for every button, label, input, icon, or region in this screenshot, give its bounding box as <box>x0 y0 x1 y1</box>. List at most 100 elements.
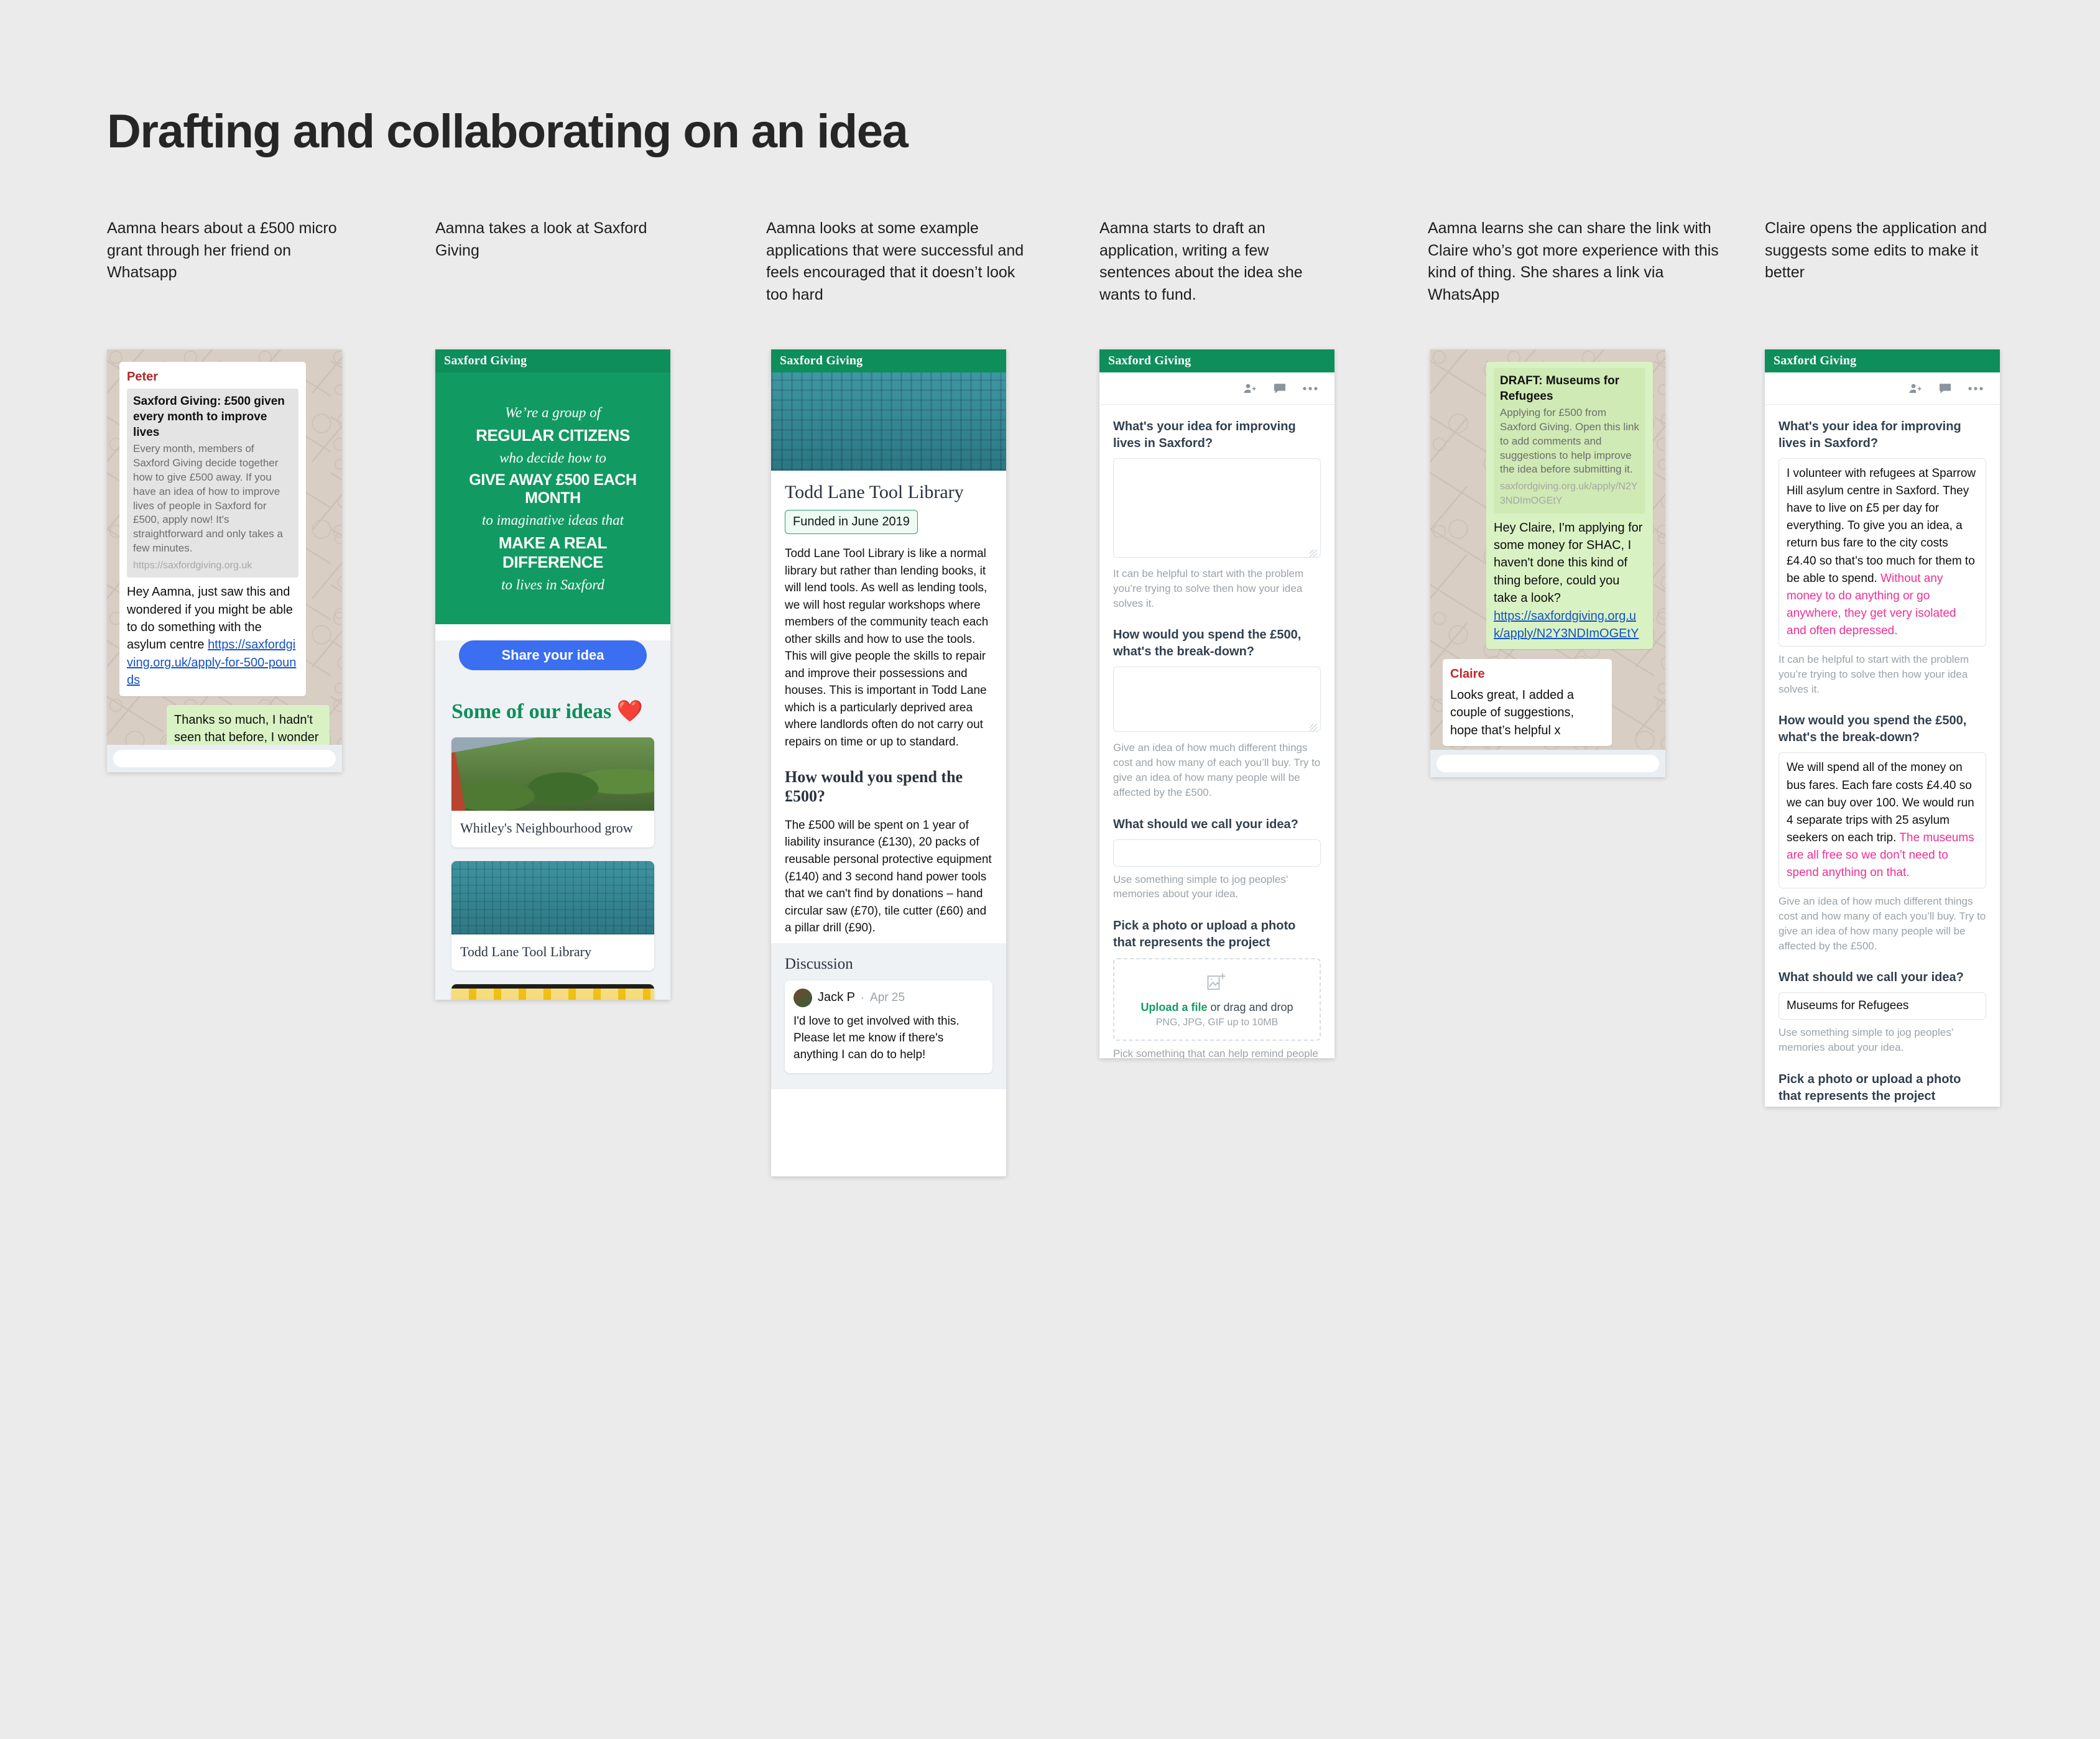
comment-author: Jack P <box>818 990 856 1005</box>
question-help-breakdown: Give an idea of how much different thing… <box>1113 742 1321 798</box>
message-input[interactable] <box>1436 755 1659 772</box>
message-link[interactable]: https://saxfordgiving.org.uk/apply/N2Y3N… <box>1494 609 1639 640</box>
page-title: Drafting and collaborating on an idea <box>107 105 909 158</box>
idea-thumbnail-garden-icon <box>451 737 654 811</box>
question-help-idea: It can be helpful to start with the prob… <box>1113 568 1304 609</box>
column-caption-2: Aamna takes a look at Saxford Giving <box>435 219 647 259</box>
upload-file-link[interactable]: Upload a file <box>1140 1001 1207 1013</box>
resize-handle-icon[interactable] <box>1310 724 1317 732</box>
idea-card-title: Todd Lane Tool Library <box>460 943 591 959</box>
idea-hero-image-tools-icon <box>771 372 1006 471</box>
idea-card-title: Whitley's Neighbourhood grow <box>460 820 633 836</box>
more-options-icon[interactable] <box>1302 386 1318 391</box>
application-form: What's your idea for improving lives in … <box>1765 405 2000 1107</box>
column-caption-4: Aamna starts to draft an application, wr… <box>1099 219 1303 303</box>
question-label-photo: Pick a photo or upload a photo that repr… <box>1113 919 1296 950</box>
question-label-name: What should we call your idea? <box>1779 971 1964 985</box>
link-preview-title: Saxford Giving: £500 given every month t… <box>133 395 285 439</box>
hero-line: MAKE A REAL DIFFERENCE <box>498 533 608 571</box>
panel-saxford-homepage: Saxford Giving We’re a group of REGULAR … <box>435 349 670 1000</box>
comment-icon[interactable] <box>1938 381 1953 396</box>
whatsapp-composer[interactable] <box>1430 750 1665 777</box>
brand-name: Saxford Giving <box>780 354 863 367</box>
chat-bubble-outgoing[interactable]: DRAFT: Museums for Refugees Applying for… <box>1486 362 1653 650</box>
form-toolbar <box>1099 372 1334 405</box>
question-label-idea: What's your idea for improving lives in … <box>1779 420 1961 450</box>
brand-name: Saxford Giving <box>1108 354 1191 367</box>
link-preview-description: Every month, members of Saxford Giving d… <box>133 443 283 554</box>
share-your-idea-button[interactable]: Share your idea <box>459 640 647 670</box>
link-preview-url: saxfordgiving.org.uk/apply/N2Y3NDImOGEtY <box>1500 481 1638 506</box>
hero-line: to imaginative ideas that <box>481 512 624 528</box>
idea-name-input[interactable] <box>1779 992 1986 1020</box>
resize-handle-icon[interactable] <box>1310 550 1317 557</box>
hero-line: REGULAR CITIZENS <box>476 426 630 445</box>
idea-detail-title: Todd Lane Tool Library <box>785 482 964 502</box>
hero-line: who decide how to <box>499 450 606 466</box>
photo-dropzone[interactable]: Upload a file or drag and drop PNG, JPG,… <box>1113 958 1321 1041</box>
chat-bubble-incoming[interactable]: Claire Looks great, I added a couple of … <box>1443 659 1612 746</box>
message-text: Hey Aamna, just saw this and wondered if… <box>127 585 297 688</box>
upload-prompt: Upload a file or drag and drop <box>1140 1001 1293 1014</box>
message-text: Hey Claire, I'm applying for some money … <box>1494 520 1643 606</box>
discussion-heading: Discussion <box>785 955 853 972</box>
link-preview-description: Applying for £500 from Saxford Giving. O… <box>1500 407 1639 476</box>
comment-text: I'd love to get involved with this. Plea… <box>793 1014 960 1061</box>
hero-line: to lives in Saxford <box>501 577 604 593</box>
idea-textarea[interactable]: I volunteer with refugees at Sparrow Hil… <box>1779 458 1986 647</box>
comment-separator: · <box>861 991 865 1004</box>
idea-detail-body: Todd Lane Tool Library Funded in June 20… <box>771 471 1006 943</box>
chat-bubble-incoming[interactable]: Peter Saxford Giving: £500 given every m… <box>119 362 306 696</box>
question-help-breakdown: Give an idea of how much different thing… <box>1779 895 1986 952</box>
idea-card[interactable]: The Zen Project comes to S5 <box>451 984 654 1000</box>
idea-textarea[interactable] <box>1113 458 1321 558</box>
link-preview-url: https://saxfordgiving.org.uk <box>133 560 252 571</box>
whatsapp-chat-peter: Peter Saxford Giving: £500 given every m… <box>107 349 342 772</box>
link-preview-card[interactable]: DRAFT: Museums for Refugees Applying for… <box>1494 368 1645 514</box>
idea-card[interactable]: Whitley's Neighbourhood grow <box>451 737 654 847</box>
brand-name: Saxford Giving <box>1774 354 1857 367</box>
message-sender: Peter <box>127 370 159 384</box>
hero-line: GIVE AWAY £500 EACH MONTH <box>469 471 637 507</box>
add-person-icon[interactable] <box>1908 381 1923 396</box>
question-label-breakdown: How would you spend the £500, what's the… <box>1113 628 1302 659</box>
whatsapp-composer[interactable] <box>107 745 342 772</box>
hero-line: We’re a group of <box>505 405 601 420</box>
more-options-icon[interactable] <box>1968 386 1984 391</box>
breakdown-textarea[interactable]: We will spend all of the money on bus fa… <box>1779 752 1986 889</box>
question-help-idea: It can be helpful to start with the prob… <box>1779 653 1969 695</box>
question-label-photo: Pick a photo or upload a photo that repr… <box>1779 1072 1961 1104</box>
app-header: Saxford Giving <box>435 349 670 372</box>
app-header: Saxford Giving <box>1765 349 2000 372</box>
message-sender: Claire <box>1450 667 1485 681</box>
column-caption-6: Claire opens the application and suggest… <box>1765 219 1987 281</box>
discussion-section: Discussion Jack P · Apr 25 I'd love to g… <box>771 943 1006 1089</box>
breakdown-textarea[interactable] <box>1113 667 1321 732</box>
status-badge: Funded in June 2019 <box>785 510 918 534</box>
panel-application-empty: Saxford Giving What's your idea for impr… <box>1099 349 1334 1058</box>
panel-whatsapp-peter: Peter Saxford Giving: £500 given every m… <box>107 349 342 772</box>
form-toolbar <box>1765 372 2000 405</box>
spend-description: The £500 will be spent on 1 year of liab… <box>785 818 992 935</box>
comment-icon[interactable] <box>1272 381 1287 396</box>
question-label-idea: What's your idea for improving lives in … <box>1113 420 1296 450</box>
message-input[interactable] <box>113 750 336 767</box>
question-help-name: Use something simple to jog peoples’ mem… <box>1779 1026 1953 1054</box>
application-form: What's your idea for improving lives in … <box>1099 405 1334 1058</box>
upload-formats: PNG, JPG, GIF up to 10MB <box>1155 1017 1279 1028</box>
idea-thumbnail-tools-icon <box>451 860 654 934</box>
panel-idea-detail: Saxford Giving Todd Lane Tool Library Fu… <box>771 349 1006 1176</box>
question-help-photo: Pick something that can help remind peop… <box>1113 1048 1318 1058</box>
idea-card[interactable]: Todd Lane Tool Library <box>451 860 654 971</box>
comment-date: Apr 25 <box>870 990 905 1004</box>
idea-description: Todd Lane Tool Library is like a normal … <box>785 547 989 749</box>
image-upload-icon <box>1206 973 1228 994</box>
question-label-name: What should we call your idea? <box>1113 817 1298 831</box>
message-text: Looks great, I added a couple of suggest… <box>1450 688 1575 737</box>
avatar <box>793 988 812 1007</box>
add-person-icon[interactable] <box>1242 381 1257 396</box>
link-preview-card[interactable]: Saxford Giving: £500 given every month t… <box>127 389 298 578</box>
idea-name-input[interactable] <box>1113 839 1321 867</box>
comment-card: Jack P · Apr 25 I'd love to get involved… <box>785 980 992 1073</box>
column-caption-5: Aamna learns she can share the link with… <box>1428 219 1719 303</box>
